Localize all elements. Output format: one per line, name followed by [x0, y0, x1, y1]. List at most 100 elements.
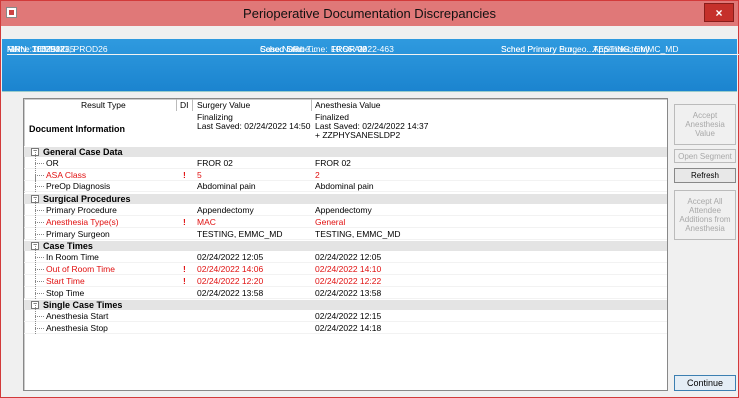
section-header[interactable]: − General Case Data — [24, 146, 667, 157]
table-row[interactable]: OR FROR 02 FROR 02 — [24, 151, 667, 169]
anesthesia-value: TESTING, EMMC_MD — [315, 228, 401, 239]
anesthesia-author: + ZZPHYSANESLDP2 — [315, 130, 401, 140]
header-anesthesia-value[interactable]: Anesthesia Value — [315, 100, 381, 110]
section-title: General Case Data — [43, 147, 123, 157]
section-header[interactable]: − Surgical Procedures — [24, 193, 667, 205]
surgery-value: 02/24/2022 14:06 — [197, 264, 264, 274]
section-title: Case Times — [43, 241, 93, 252]
row-label: PreOp Diagnosis — [46, 181, 111, 192]
surgery-value: FROR 02 — [197, 157, 233, 168]
banner-divider — [2, 91, 737, 92]
tree-line — [35, 175, 36, 193]
table-row[interactable]: Anesthesia Start 02/24/2022 12:15 — [24, 305, 667, 323]
table-row[interactable]: Primary Surgeon TESTING, EMMC_MD TESTING, … — [24, 222, 667, 240]
patient-fin: 300252285 — [32, 44, 75, 54]
discrepancy-flag-icon: ! — [183, 216, 186, 227]
table-row[interactable]: Out of Room Time! 02/24/2022 14:06 02/24/2… — [24, 258, 667, 275]
section-title: Surgical Procedures — [43, 194, 131, 205]
surgery-value: TESTING, EMMC_MD — [197, 228, 283, 239]
surgery-value: 5 — [197, 169, 202, 180]
row-label: Stop Time — [46, 287, 85, 298]
row-label: Out of Room Time — [46, 264, 115, 274]
tree-line — [35, 222, 36, 240]
grid-body: Result Type DI Surgery Value Anesthesia … — [24, 99, 667, 390]
table-row[interactable]: Anesthesia Stop 02/24/2022 14:18 — [24, 317, 667, 334]
row-label: ASA Class — [46, 169, 87, 180]
surgery-value: 02/24/2022 13:58 — [197, 287, 264, 298]
document-anesthesia-status: Finalized Last Saved: 02/24/2022 14:37 +… — [315, 113, 428, 140]
open-segment-button[interactable]: Open Segment — [674, 149, 736, 163]
row-label: In Room Time — [46, 252, 99, 263]
fin-label: FIN: — [7, 44, 24, 54]
anesthesia-value: 02/24/2022 14:10 — [315, 264, 382, 274]
sched-primary-surgeon: TESTING, EMMC_MD — [593, 44, 679, 54]
section-header[interactable]: − Case Times — [24, 240, 667, 252]
row-label: Primary Procedure — [46, 205, 117, 215]
tree-branch — [35, 280, 44, 282]
row-label: Primary Surgeon — [46, 228, 110, 239]
anesthesia-value: 02/24/2022 13:58 — [315, 287, 382, 298]
tree-branch — [35, 257, 44, 259]
tree-branch — [35, 186, 44, 188]
header-divider — [311, 99, 312, 111]
section-header[interactable]: − Single Case Times — [24, 299, 667, 311]
sched-start-label: Sched Start Time: — [260, 44, 328, 54]
discrepancy-flag-icon: ! — [183, 264, 186, 274]
document-surgery-status: Finalizing Last Saved: 02/24/2022 14:50 — [197, 113, 310, 131]
document-information-label: Document Information — [29, 124, 125, 134]
surgery-value: 02/24/2022 12:20 — [197, 275, 264, 286]
anesthesia-value: FROR 02 — [315, 157, 351, 168]
continue-button[interactable]: Continue — [674, 375, 736, 391]
document-information-row[interactable]: Document Information Finalizing Last Sav… — [24, 112, 667, 145]
app-icon — [6, 7, 17, 18]
row-label: Anesthesia Start — [46, 311, 109, 322]
table-row[interactable]: Primary Procedure Appendectomy Appendectom… — [24, 199, 667, 216]
table-row[interactable]: ASA Class! 5 2 — [24, 163, 667, 181]
header-surgery-value[interactable]: Surgery Value — [197, 100, 250, 110]
close-button[interactable]: × — [704, 3, 734, 22]
refresh-button[interactable]: Refresh — [674, 168, 736, 183]
discrepancy-grid[interactable]: Result Type DI Surgery Value Anesthesia … — [23, 98, 668, 391]
tree-branch — [35, 292, 44, 294]
title-bar: Perioperative Documentation Discrepancie… — [1, 1, 738, 26]
row-label: Anesthesia Type(s) — [46, 216, 119, 227]
tree-branch — [35, 269, 44, 270]
accept-anesthesia-value-button[interactable]: Accept Anesthesia Value — [674, 104, 736, 145]
header-di[interactable]: DI — [180, 100, 189, 110]
anesthesia-value: Abdominal pain — [315, 181, 374, 192]
header-divider — [176, 99, 177, 111]
anesthesia-value: Appendectomy — [315, 205, 372, 215]
surgery-value: Abdominal pain — [197, 181, 256, 192]
row-label: Anesthesia Stop — [46, 323, 108, 333]
sched-primary-surgeon-label: Sched Primary Surgeo... — [501, 44, 594, 54]
table-row[interactable]: Anesthesia Type(s)! MAC General — [24, 210, 667, 228]
discrepancies-window: Perioperative Documentation Discrepancie… — [0, 0, 739, 398]
surgery-value: Appendectomy — [197, 205, 254, 215]
tree-branch — [35, 233, 44, 235]
header-divider — [192, 99, 193, 111]
row-label: OR — [46, 157, 59, 168]
table-row[interactable]: PreOp Diagnosis Abdominal pain Abdominal p… — [24, 175, 667, 193]
discrepancy-flag-icon: ! — [183, 275, 186, 286]
tree-line — [35, 281, 36, 299]
anesthesia-value: 02/24/2022 12:22 — [315, 275, 382, 286]
discrepancy-flag-icon: ! — [183, 169, 186, 180]
anesthesia-value: 02/24/2022 14:18 — [315, 323, 382, 333]
accept-all-additions-button[interactable]: Accept All Attendee Additions from Anest… — [674, 190, 736, 240]
table-row[interactable]: Start Time! 02/24/2022 12:20 02/24/2022 12… — [24, 269, 667, 287]
table-row[interactable]: In Room Time 02/24/2022 12:05 02/24/2022 1… — [24, 246, 667, 264]
patient-banner: Name: TESTING, PROD26 MRN: 1133947 FIN: 300… — [2, 39, 739, 91]
table-row[interactable]: Stop Time 02/24/2022 13:58 02/24/2022 13:5… — [24, 281, 667, 299]
section-title: Single Case Times — [43, 300, 123, 311]
window-title: Perioperative Documentation Discrepancie… — [243, 6, 496, 21]
grid-header: Result Type DI Surgery Value Anesthesia … — [24, 99, 667, 111]
sched-start: 10:56 AM — [331, 44, 367, 54]
tree-branch — [35, 162, 44, 164]
tree-line — [35, 317, 36, 334]
anesthesia-value: 02/24/2022 12:15 — [315, 311, 382, 322]
surgery-value: 02/24/2022 12:05 — [197, 252, 264, 263]
header-result-type[interactable]: Result Type — [81, 100, 126, 110]
anesthesia-value: 2 — [315, 169, 320, 180]
surgery-last-saved: Last Saved: 02/24/2022 14:50 — [197, 121, 311, 131]
surgery-value: MAC — [197, 216, 216, 227]
